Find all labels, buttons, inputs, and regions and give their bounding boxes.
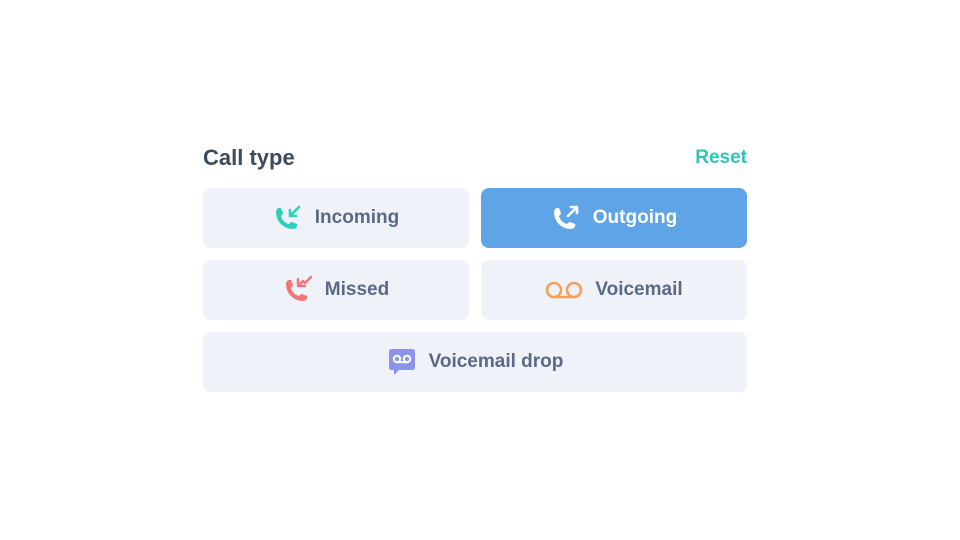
option-label: Missed bbox=[324, 279, 390, 300]
option-outgoing[interactable]: Outgoing bbox=[481, 188, 747, 248]
incoming-call-icon bbox=[273, 203, 303, 233]
option-label: Incoming bbox=[314, 207, 400, 228]
outgoing-call-icon bbox=[551, 203, 581, 233]
voicemail-drop-icon bbox=[387, 347, 417, 377]
option-voicemail-drop[interactable]: Voicemail drop bbox=[203, 332, 747, 392]
filter-header: Call type Reset bbox=[203, 140, 747, 176]
option-label: Outgoing bbox=[592, 207, 678, 228]
filter-title: Call type bbox=[203, 145, 295, 170]
option-missed[interactable]: Missed bbox=[203, 260, 469, 320]
voicemail-icon bbox=[545, 275, 583, 305]
option-label: Voicemail drop bbox=[428, 351, 564, 372]
option-incoming[interactable]: Incoming bbox=[203, 188, 469, 248]
option-label: Voicemail bbox=[595, 279, 683, 300]
call-type-filter: Call type Reset Incoming Outgoing Missed… bbox=[203, 140, 747, 392]
option-voicemail[interactable]: Voicemail bbox=[481, 260, 747, 320]
reset-button[interactable]: Reset bbox=[695, 147, 747, 169]
missed-call-icon bbox=[283, 275, 313, 305]
call-type-options: Incoming Outgoing Missed Voicemail Voice… bbox=[203, 188, 747, 392]
